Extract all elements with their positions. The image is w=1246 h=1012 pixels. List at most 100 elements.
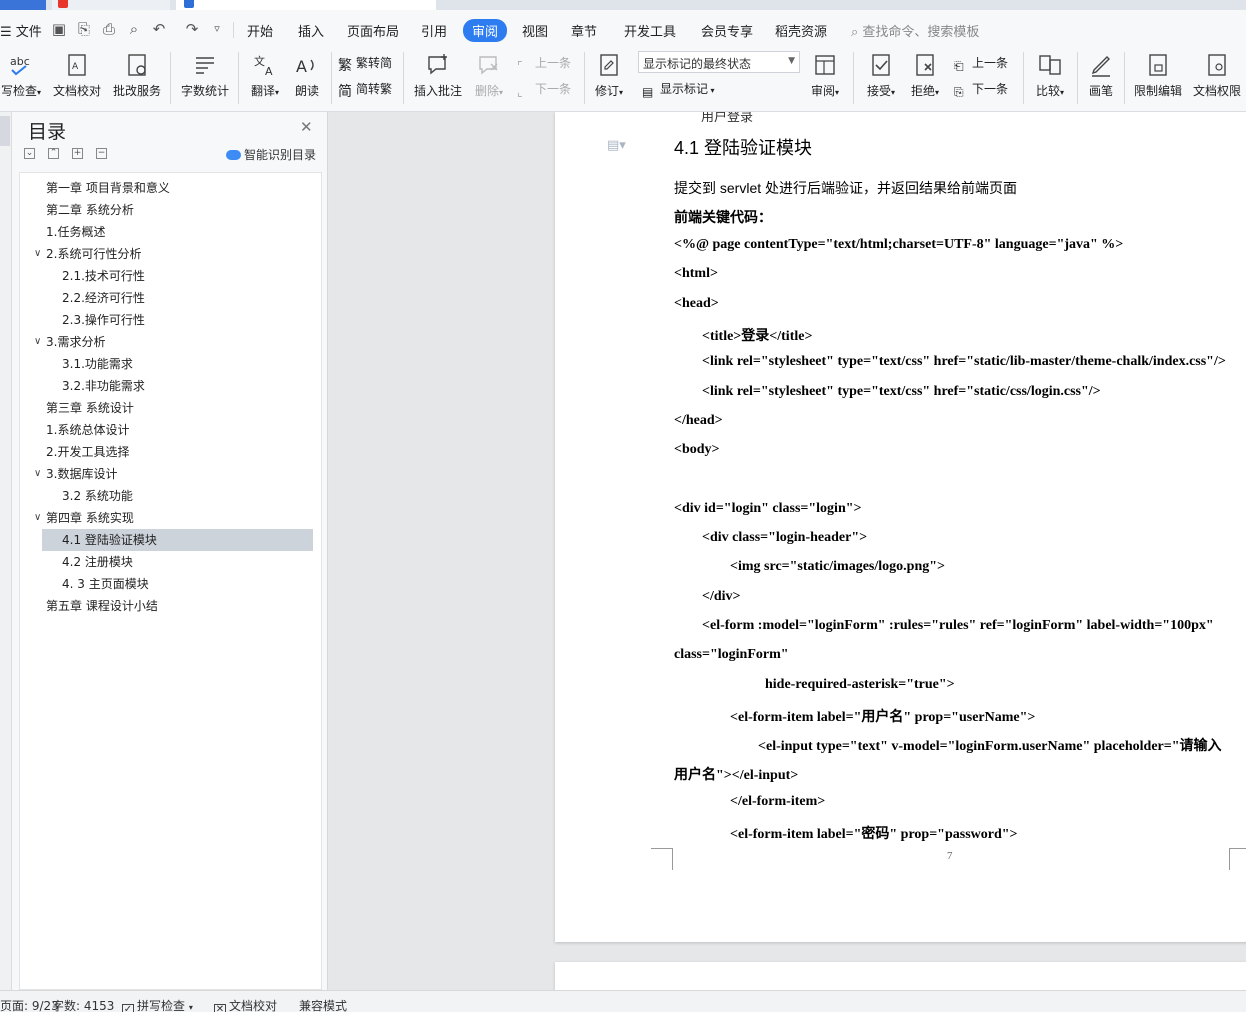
tab-page-layout[interactable]: 页面布局 [347, 21, 399, 40]
toc-item[interactable]: 2.3.操作可行性 [62, 309, 145, 331]
simp-to-trad-icon: 简 [338, 84, 352, 100]
chevron-down-icon[interactable]: ∨ [34, 463, 41, 485]
lock-document-icon [1149, 54, 1167, 76]
spell-check-button[interactable]: abc 写检查▾ [0, 52, 42, 99]
redo-icon[interactable]: ↷ [183, 20, 201, 38]
search-box[interactable]: ⌕ 查找命令、搜索模板 [851, 21, 979, 40]
toc-item[interactable]: 3.2 系统功能 [62, 485, 133, 507]
toc-item[interactable]: 3.需求分析 [46, 331, 105, 353]
toc-item[interactable]: 3.数据库设计 [46, 463, 117, 485]
tab-sections[interactable]: 章节 [571, 21, 597, 40]
left-tool-strip [0, 112, 12, 990]
paragraph-menu-icon[interactable]: ▤▾ [607, 138, 626, 153]
code-line: <img src="static/images/logo.png"> [730, 559, 945, 575]
next-comment-button[interactable]: ⌞ 下一条 [517, 80, 571, 101]
read-aloud-button[interactable]: A 朗读 [290, 52, 324, 99]
print-preview-icon[interactable]: ⌕ [125, 20, 143, 38]
simp-to-trad-button[interactable]: 简简转繁 [338, 80, 393, 100]
toc-item[interactable]: 2.开发工具选择 [46, 441, 129, 463]
page-indicator[interactable]: 页面: 9/23 [0, 997, 59, 1012]
tab-references[interactable]: 引用 [421, 21, 447, 40]
toc-item[interactable]: 4.1 登陆验证模块 [42, 529, 313, 551]
delete-comment-button[interactable]: 删除▾ [472, 52, 506, 99]
chevron-down-icon[interactable]: ∨ [34, 243, 41, 265]
toc-item[interactable]: 4.2 注册模块 [62, 551, 133, 573]
document-tab[interactable] [176, 0, 436, 10]
save-icon[interactable]: ▣ [50, 20, 68, 38]
doc-proof-icon: A [68, 54, 86, 76]
reject-icon [916, 54, 934, 76]
doc-proof-button[interactable]: A 文档校对 [52, 52, 102, 99]
toc-item[interactable]: 第二章 系统分析 [46, 199, 134, 221]
track-changes-button[interactable]: 修订▾ [591, 52, 627, 99]
next-change-button[interactable]: ⎘ 下一条 [954, 80, 1008, 101]
accept-button[interactable]: 接受▾ [862, 52, 900, 99]
svg-text:A: A [296, 57, 307, 76]
toc-item[interactable]: 第四章 系统实现 [46, 507, 134, 529]
file-menu[interactable]: ☰ 文件 [0, 21, 42, 40]
home-tab[interactable] [0, 0, 46, 10]
smart-toc-button[interactable]: 智能识别目录 [226, 146, 316, 163]
tab-developer[interactable]: 开发工具 [624, 21, 676, 40]
batch-service-button[interactable]: 批改服务 [111, 52, 163, 99]
print-icon[interactable]: ⎙ [100, 20, 118, 38]
chevron-down-icon[interactable]: ∨ [34, 507, 41, 529]
doc-proof-toggle[interactable]: ✕ 文档校对 [214, 997, 277, 1012]
toc-item[interactable]: 第一章 项目背景和意义 [46, 177, 170, 199]
word-count-indicator[interactable]: 字数: 4153 [52, 997, 114, 1012]
doc-permission-icon [1208, 54, 1226, 76]
toc-item[interactable]: 3.2.非功能需求 [62, 375, 145, 397]
toc-item[interactable]: 第三章 系统设计 [46, 397, 134, 419]
translate-button[interactable]: 文A 翻译▾ [246, 52, 284, 99]
doc-permission-button[interactable]: 文档权限 [1190, 52, 1244, 99]
chevron-down-icon[interactable]: ∨ [34, 331, 41, 353]
toc-item[interactable]: 2.1.技术可行性 [62, 265, 145, 287]
toc-item[interactable]: 2.2.经济可行性 [62, 287, 145, 309]
compare-button[interactable]: 比较▾ [1031, 52, 1069, 99]
prev-comment-button[interactable]: ⌜ 上一条 [517, 54, 571, 75]
simp-to-trad-label: 简转繁 [356, 82, 393, 96]
toc-strip-tab[interactable] [0, 116, 10, 146]
tab-home[interactable]: 开始 [247, 21, 273, 40]
batch-service-label: 批改服务 [112, 84, 161, 98]
collapse-all-icon[interactable]: ⌄ [24, 148, 35, 159]
divider [403, 52, 404, 104]
tab-docer-resources[interactable]: 稻壳资源 [775, 21, 827, 40]
next-page[interactable] [555, 962, 1246, 990]
add-heading-icon[interactable]: + [72, 148, 83, 159]
tab-view[interactable]: 视图 [522, 21, 548, 40]
expand-up-icon[interactable]: ⌃ [48, 148, 59, 159]
trad-to-simp-button[interactable]: 繁繁转简 [338, 54, 392, 74]
spell-check-toggle[interactable]: ✓ 拼写检查 ▾ [122, 997, 193, 1012]
review-pane-button[interactable]: 审阅▾ [807, 52, 843, 99]
insert-comment-button[interactable]: 插入批注 [412, 52, 464, 99]
toc-item[interactable]: 1.系统总体设计 [46, 419, 129, 441]
markup-mode-select[interactable]: 显示标记的最终状态 ▼ [638, 51, 800, 73]
ink-button[interactable]: 画笔 [1085, 52, 1117, 99]
tab-insert[interactable]: 插入 [298, 21, 324, 40]
wps-tab[interactable] [52, 0, 170, 10]
margin-corner-mark [651, 848, 673, 870]
tab-member[interactable]: 会员专享 [701, 21, 753, 40]
customize-quick-access-icon[interactable]: ▿ [208, 20, 226, 38]
toc-item[interactable]: 第五章 课程设计小结 [46, 595, 158, 617]
document-page[interactable]: 用户登录 ▤▾ 4.1 登陆验证模块 提交到 servlet 处进行后端验证，并… [555, 112, 1246, 942]
tab-review[interactable]: 审阅 [463, 19, 508, 42]
reject-button[interactable]: 拒绝▾ [906, 52, 944, 99]
undo-icon[interactable]: ↶ [150, 20, 168, 38]
show-markup-button[interactable]: ▤ 显示标记 ▾ [642, 80, 715, 101]
toc-item[interactable]: 4. 3 主页面模块 [62, 573, 149, 595]
code-line: <head> [674, 295, 719, 311]
toc-item[interactable]: 3.1.功能需求 [62, 353, 133, 375]
close-icon[interactable]: ✕ [300, 118, 313, 136]
restrict-edit-button[interactable]: 限制编辑 [1132, 52, 1184, 99]
ai-icon [226, 150, 241, 160]
toc-item[interactable]: 2.系统可行性分析 [46, 243, 141, 265]
next-comment-label: 下一条 [535, 82, 572, 96]
export-pdf-icon[interactable]: ⎘ [75, 20, 93, 38]
toc-item[interactable]: 1.任务概述 [46, 221, 105, 243]
prev-change-button[interactable]: ⎗ 上一条 [954, 54, 1008, 75]
code-line: class="loginForm" [674, 647, 789, 663]
word-count-button[interactable]: 字数统计 [179, 52, 231, 99]
remove-heading-icon[interactable]: − [96, 148, 107, 159]
